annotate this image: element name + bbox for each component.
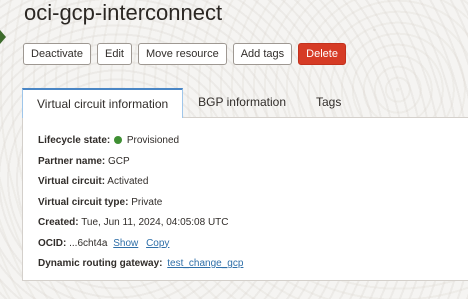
virtual-circuit-type-value: Private bbox=[131, 196, 163, 208]
ocid-show-link[interactable]: Show bbox=[113, 238, 138, 249]
expand-arrow-icon[interactable] bbox=[0, 30, 6, 44]
action-bar: Deactivate Edit Move resource Add tags D… bbox=[23, 43, 346, 65]
ocid-row: OCID: ...6cht4a Show Copy bbox=[38, 238, 243, 250]
dynamic-routing-gateway-label: Dynamic routing gateway: bbox=[38, 258, 163, 269]
virtual-circuit-details-panel: Lifecycle state: Provisioned Partner nam… bbox=[22, 117, 468, 281]
add-tags-button[interactable]: Add tags bbox=[232, 43, 293, 65]
deactivate-button[interactable]: Deactivate bbox=[23, 43, 91, 65]
tab-bgp-information[interactable]: BGP information bbox=[183, 88, 301, 118]
virtual-circuit-type-row: Virtual circuit type: Private bbox=[38, 197, 243, 209]
tab-bar: Virtual circuit information BGP informat… bbox=[22, 88, 468, 118]
partner-name-label: Partner name: bbox=[38, 155, 106, 167]
virtual-circuit-label: Virtual circuit: bbox=[38, 176, 106, 187]
created-value: Tue, Jun 11, 2024, 04:05:08 UTC bbox=[81, 217, 229, 228]
details-list: Lifecycle state: Provisioned Partner nam… bbox=[38, 135, 243, 279]
dynamic-routing-gateway-link[interactable]: test_change_gcp bbox=[167, 258, 243, 269]
lifecycle-state-value: Provisioned bbox=[126, 135, 180, 146]
dynamic-routing-gateway-row: Dynamic routing gateway: test_change_gcp bbox=[38, 258, 243, 270]
lifecycle-state-row: Lifecycle state: Provisioned bbox=[38, 135, 243, 147]
tab-virtual-circuit-information[interactable]: Virtual circuit information bbox=[22, 88, 184, 118]
virtual-circuit-value: Activated bbox=[107, 176, 149, 187]
ocid-value: ...6cht4a bbox=[69, 237, 108, 249]
partner-name-row: Partner name: GCP bbox=[38, 156, 243, 168]
created-row: Created: Tue, Jun 11, 2024, 04:05:08 UTC bbox=[38, 217, 243, 229]
virtual-circuit-type-label: Virtual circuit type: bbox=[38, 196, 129, 208]
ocid-label: OCID: bbox=[38, 237, 67, 249]
move-resource-button[interactable]: Move resource bbox=[137, 43, 227, 65]
lifecycle-state-label: Lifecycle state: bbox=[38, 135, 111, 146]
status-dot-icon bbox=[114, 136, 123, 144]
edit-button[interactable]: Edit bbox=[96, 43, 132, 65]
page-title: oci-gcp-interconnect bbox=[24, 0, 223, 25]
virtual-circuit-row: Virtual circuit: Activated bbox=[38, 176, 243, 188]
partner-name-value: GCP bbox=[108, 155, 130, 167]
ocid-copy-link[interactable]: Copy bbox=[146, 238, 169, 249]
delete-button[interactable]: Delete bbox=[298, 43, 346, 65]
created-label: Created: bbox=[38, 217, 79, 228]
tab-tags[interactable]: Tags bbox=[301, 88, 356, 118]
